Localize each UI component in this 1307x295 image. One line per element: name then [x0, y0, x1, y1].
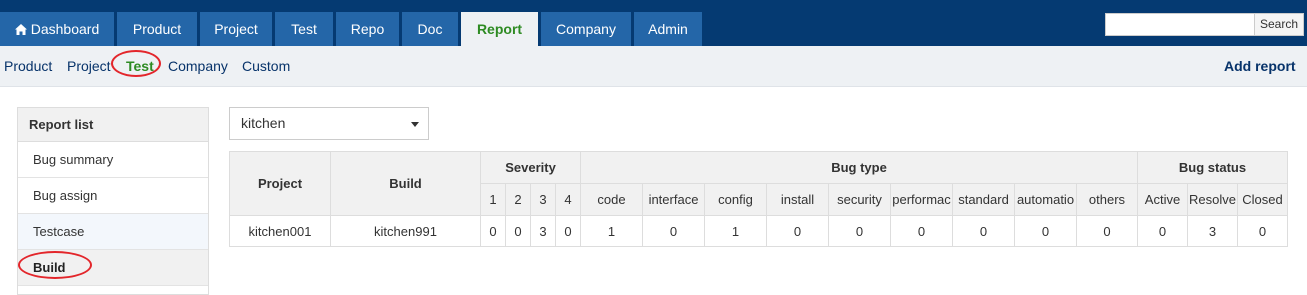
bug-type-header: code: [580, 183, 643, 216]
search-button[interactable]: Search: [1254, 13, 1304, 36]
subnav-test[interactable]: Test: [126, 58, 154, 74]
bug-type-header: security: [828, 183, 891, 216]
report-item-bug-assign[interactable]: Bug assign: [18, 178, 208, 214]
bug-type-header: performac: [890, 183, 953, 216]
severity-header: 3: [530, 183, 556, 216]
col-header-build: Build: [330, 151, 481, 216]
severity-header: 4: [555, 183, 581, 216]
search-input[interactable]: [1105, 13, 1255, 36]
subnav-project[interactable]: Project: [67, 58, 111, 74]
nav-tab-product[interactable]: Product: [117, 12, 197, 46]
cell-severity: 3: [530, 215, 556, 247]
cell-bug-status: 0: [1237, 215, 1288, 247]
severity-header: 2: [505, 183, 531, 216]
report-subnav: Product Project Test Company Custom Add …: [0, 46, 1307, 87]
nav-tab-doc[interactable]: Doc: [402, 12, 458, 46]
cell-severity: 0: [480, 215, 506, 247]
nav-tab-project[interactable]: Project: [200, 12, 272, 46]
subnav-custom[interactable]: Custom: [242, 58, 290, 74]
cell-bug-type: 1: [704, 215, 767, 247]
nav-tab-label: Dashboard: [30, 21, 100, 37]
add-report-link[interactable]: Add report: [1224, 58, 1296, 74]
bug-status-header: Closed: [1237, 183, 1288, 216]
cell-project: kitchen001: [229, 215, 331, 247]
cell-bug-type: 0: [766, 215, 829, 247]
nav-tab-company[interactable]: Company: [541, 12, 631, 46]
nav-tab-dashboard[interactable]: Dashboard: [0, 12, 114, 46]
bug-status-header: Resolve: [1187, 183, 1238, 216]
report-list-title: Report list: [18, 108, 208, 142]
bug-type-header: automatio: [1014, 183, 1077, 216]
cell-bug-type: 0: [890, 215, 953, 247]
nav-tab-repo[interactable]: Repo: [336, 12, 399, 46]
bug-type-header: standard: [952, 183, 1015, 216]
caret-down-icon: [411, 122, 419, 127]
report-item-bug-summary[interactable]: Bug summary: [18, 142, 208, 178]
col-group-severity: Severity: [480, 151, 581, 184]
nav-tab-test[interactable]: Test: [275, 12, 333, 46]
report-item-build[interactable]: Build: [18, 250, 208, 286]
nav-tab-report[interactable]: Report: [461, 12, 538, 46]
table-row: kitchen001 kitchen991 0 0 3 0 1 0 1 0 0 …: [229, 215, 1288, 247]
bug-type-header: config: [704, 183, 767, 216]
subnav-company[interactable]: Company: [168, 58, 228, 74]
cell-severity: 0: [505, 215, 531, 247]
bug-type-header: others: [1076, 183, 1138, 216]
cell-build: kitchen991: [330, 215, 481, 247]
cell-bug-type: 1: [580, 215, 643, 247]
cell-bug-type: 0: [642, 215, 705, 247]
top-nav-bar: Dashboard Product Project Test Repo Doc …: [0, 0, 1307, 46]
col-group-bug-status: Bug status: [1137, 151, 1288, 184]
project-select-value: kitchen: [241, 115, 286, 131]
subnav-product[interactable]: Product: [4, 58, 52, 74]
bug-type-header: interface: [642, 183, 705, 216]
nav-tab-admin[interactable]: Admin: [634, 12, 702, 46]
report-item-testcase[interactable]: Testcase: [18, 214, 208, 250]
cell-bug-type: 0: [1014, 215, 1077, 247]
project-select[interactable]: kitchen: [229, 107, 429, 140]
cell-bug-status: 3: [1187, 215, 1238, 247]
bug-status-header: Active: [1137, 183, 1188, 216]
cell-bug-type: 0: [828, 215, 891, 247]
bug-type-header: install: [766, 183, 829, 216]
col-group-bug-type: Bug type: [580, 151, 1138, 184]
build-report-table: Project Build Severity Bug type Bug stat…: [229, 151, 1288, 247]
report-list-panel: Report list Bug summary Bug assign Testc…: [17, 107, 209, 295]
home-icon: [14, 24, 27, 35]
severity-header: 1: [480, 183, 506, 216]
cell-bug-type: 0: [1076, 215, 1138, 247]
cell-severity: 0: [555, 215, 581, 247]
cell-bug-type: 0: [952, 215, 1015, 247]
cell-bug-status: 0: [1137, 215, 1188, 247]
col-header-project: Project: [229, 151, 331, 216]
